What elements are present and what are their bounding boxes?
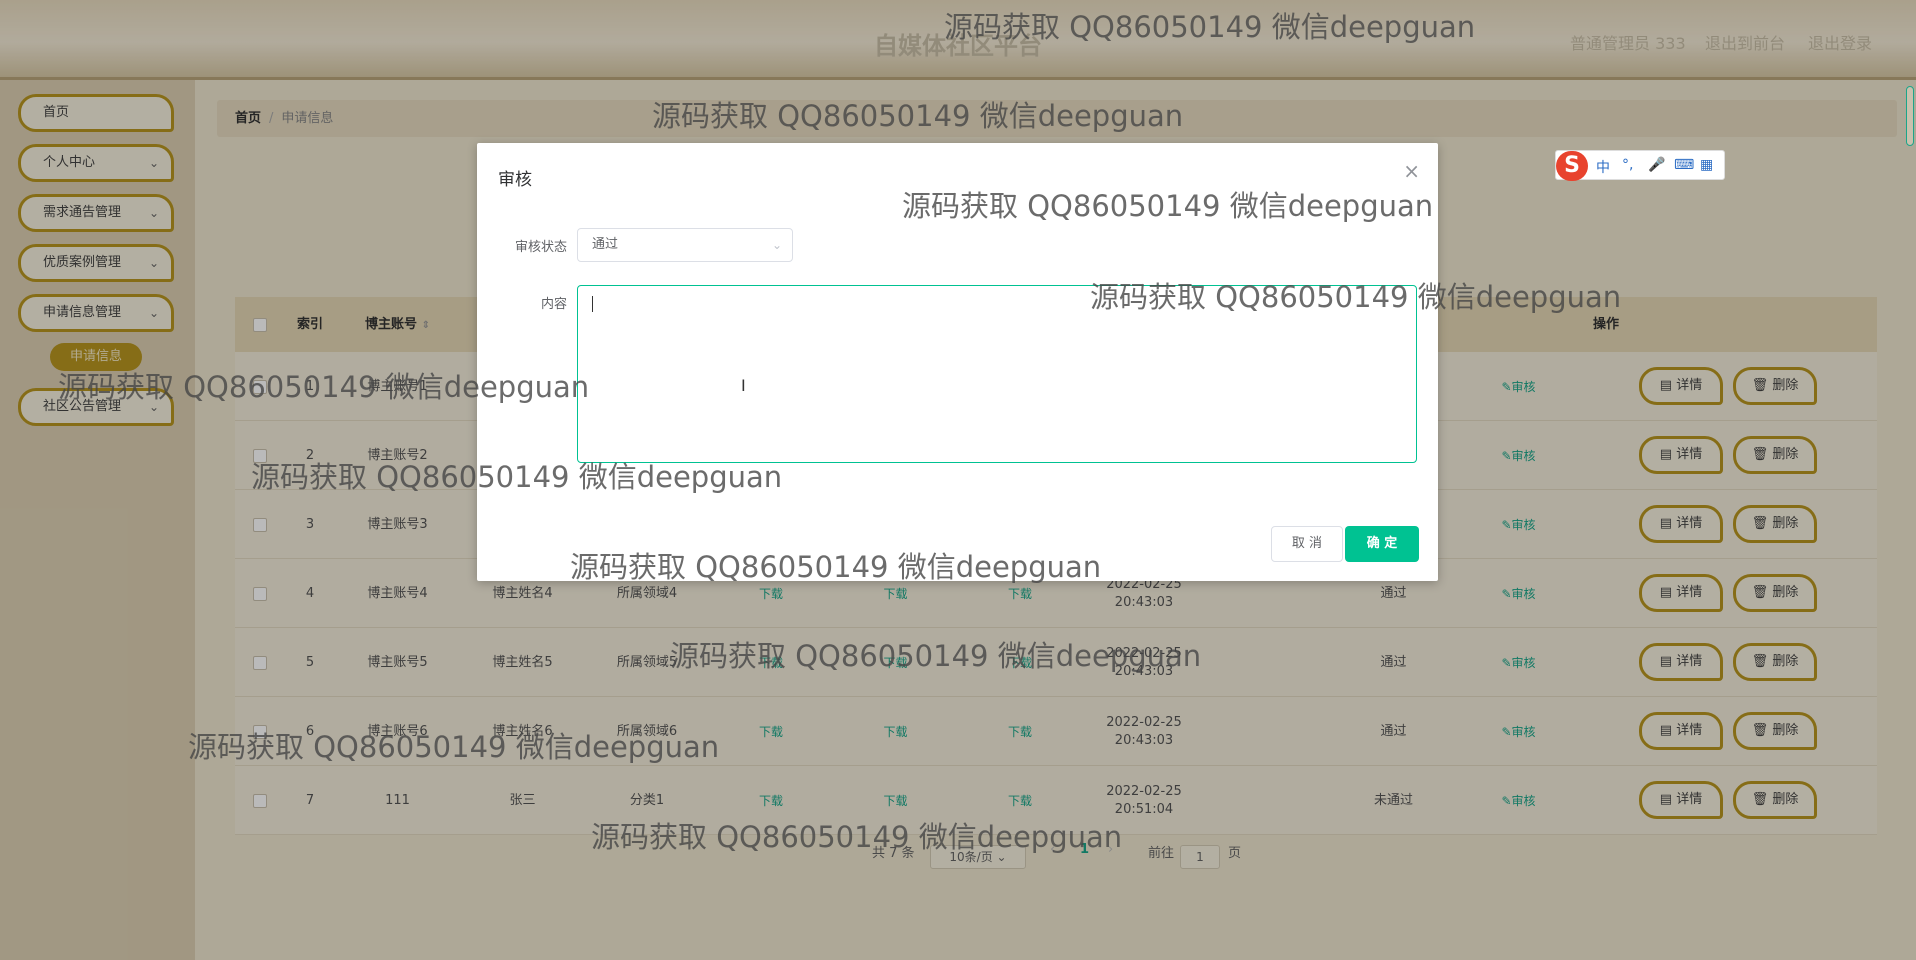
- watermark: 源码获取 QQ86050149 微信deepguan: [652, 99, 1184, 133]
- close-icon[interactable]: ×: [1403, 159, 1420, 183]
- audit-status-label: 审核状态: [514, 240, 567, 255]
- watermark: 源码获取 QQ86050149 微信deepguan: [591, 820, 1123, 854]
- dialog-title: 审核: [498, 170, 532, 190]
- ime-mode[interactable]: 中: [1596, 157, 1610, 177]
- ibeam-cursor-icon: I: [741, 376, 746, 395]
- page-scrollbar[interactable]: [1906, 86, 1914, 146]
- audit-status-select[interactable]: 通过 ⌄: [577, 228, 793, 262]
- sogou-logo-icon[interactable]: S: [1556, 151, 1588, 181]
- watermark: 源码获取 QQ86050149 微信deepguan: [251, 460, 783, 494]
- watermark: 源码获取 QQ86050149 微信deepguan: [1090, 280, 1622, 314]
- keyboard-icon[interactable]: ⌨: [1674, 157, 1694, 173]
- punctuation-icon[interactable]: °,: [1622, 157, 1633, 173]
- ime-toolbar[interactable]: S 中 °, 🎤 ⌨ ▦: [1555, 150, 1725, 181]
- watermark: 源码获取 QQ86050149 微信deepguan: [944, 10, 1476, 44]
- content-label: 内容: [540, 297, 567, 312]
- watermark: 源码获取 QQ86050149 微信deepguan: [670, 639, 1202, 673]
- watermark: 源码获取 QQ86050149 微信deepguan: [570, 550, 1102, 584]
- text-caret: [592, 296, 593, 312]
- cancel-button[interactable]: 取 消: [1271, 526, 1343, 562]
- confirm-button[interactable]: 确 定: [1345, 526, 1419, 562]
- grid-menu-icon[interactable]: ▦: [1700, 157, 1713, 173]
- watermark: 源码获取 QQ86050149 微信deepguan: [188, 730, 720, 764]
- microphone-icon[interactable]: 🎤: [1648, 157, 1665, 173]
- watermark: 源码获取 QQ86050149 微信deepguan: [58, 370, 590, 404]
- watermark: 源码获取 QQ86050149 微信deepguan: [902, 189, 1434, 223]
- chevron-down-icon: ⌄: [771, 238, 782, 252]
